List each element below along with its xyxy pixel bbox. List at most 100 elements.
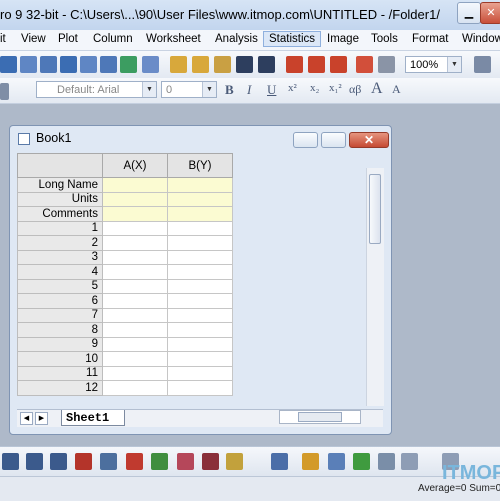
cell[interactable] [167, 249, 233, 265]
sheet-prev-icon[interactable]: ◀ [20, 412, 33, 425]
cell[interactable] [102, 235, 168, 251]
menu-column[interactable]: Column [93, 33, 133, 45]
cell[interactable] [167, 380, 233, 396]
area-plot-icon[interactable] [151, 453, 168, 470]
menu-analysis[interactable]: Analysis [215, 33, 258, 45]
increase-font-button[interactable]: A [371, 80, 383, 98]
import-ascii-icon[interactable] [286, 56, 303, 73]
menu-image[interactable]: Image [327, 33, 359, 45]
cell[interactable] [102, 380, 168, 396]
book-close-button[interactable]: ✕ [349, 132, 389, 148]
cell[interactable] [102, 351, 168, 367]
box-chart-icon[interactable] [126, 453, 143, 470]
menu-worksheet[interactable]: Worksheet [146, 33, 201, 45]
cell[interactable] [102, 307, 168, 323]
cell[interactable] [167, 336, 233, 352]
cell[interactable] [102, 264, 168, 280]
new-notes-icon[interactable] [142, 56, 159, 73]
greek-button[interactable]: αβ [349, 82, 361, 97]
book-minimize-button[interactable] [293, 132, 318, 148]
save-template-icon[interactable] [258, 56, 275, 73]
cell[interactable] [102, 336, 168, 352]
column-header-b[interactable]: B(Y) [167, 153, 233, 178]
menu-view[interactable]: View [21, 33, 46, 45]
menu-format[interactable]: Format [412, 33, 448, 45]
line-symbol-plot-icon[interactable] [50, 453, 67, 470]
cell[interactable] [167, 351, 233, 367]
import-multiple-icon[interactable] [308, 56, 325, 73]
cell[interactable] [102, 220, 168, 236]
zoom-combo[interactable]: 100% ▼ [405, 56, 462, 73]
underline-button[interactable]: U [267, 82, 276, 98]
save-icon[interactable] [236, 56, 253, 73]
3d-surface-icon[interactable] [271, 453, 288, 470]
vector-plot-icon[interactable] [401, 453, 418, 470]
3d-bar-icon[interactable] [302, 453, 319, 470]
new-window-icon[interactable] [474, 56, 491, 73]
new-graph-icon[interactable] [40, 56, 57, 73]
menu-window[interactable]: Window [462, 33, 500, 45]
menu-statistics[interactable]: Statistics [263, 31, 322, 47]
font-size-combo[interactable]: 0 ▼ [161, 81, 217, 98]
cell[interactable] [167, 206, 233, 222]
graph-template-icon[interactable] [100, 453, 117, 470]
row-header-units[interactable]: Units [17, 191, 103, 207]
refresh-icon[interactable] [356, 56, 373, 73]
menu-edit[interactable]: it [0, 33, 6, 45]
cell[interactable] [102, 206, 168, 222]
row-header-long-name[interactable]: Long Name [17, 177, 103, 193]
polar-plot-icon[interactable] [177, 453, 194, 470]
row-header[interactable]: 3 [17, 249, 103, 265]
close-button[interactable]: ✕ [480, 2, 500, 24]
row-header[interactable]: 4 [17, 264, 103, 280]
row-header[interactable]: 2 [17, 235, 103, 251]
cell[interactable] [167, 220, 233, 236]
scroll-thumb[interactable] [369, 174, 381, 244]
row-header[interactable]: 5 [17, 278, 103, 294]
row-header[interactable]: 7 [17, 307, 103, 323]
new-workbook-icon[interactable] [20, 56, 37, 73]
sheet-next-icon[interactable]: ▶ [35, 412, 48, 425]
open-excel-icon[interactable] [214, 56, 231, 73]
cell[interactable] [167, 293, 233, 309]
decrease-font-button[interactable]: A [392, 82, 401, 97]
row-header[interactable]: 12 [17, 380, 103, 396]
open-folder-icon[interactable] [170, 56, 187, 73]
scroll-thumb[interactable] [298, 412, 342, 422]
cell[interactable] [167, 278, 233, 294]
stock-plot-icon[interactable] [202, 453, 219, 470]
row-header[interactable]: 1 [17, 220, 103, 236]
font-name-combo[interactable]: Default: Arial ▼ [36, 81, 157, 98]
new-excel-icon[interactable] [120, 56, 137, 73]
new-project-icon[interactable] [0, 56, 17, 73]
cell[interactable] [167, 365, 233, 381]
cell[interactable] [102, 293, 168, 309]
cell[interactable] [102, 177, 168, 193]
new-matrix-icon[interactable] [60, 56, 77, 73]
image-plot-icon[interactable] [353, 453, 370, 470]
column-plot-icon[interactable] [75, 453, 92, 470]
cell[interactable] [167, 307, 233, 323]
cell[interactable] [167, 235, 233, 251]
cell[interactable] [102, 365, 168, 381]
menu-tools[interactable]: Tools [371, 33, 398, 45]
super-subscript-button[interactable]: x₁² [329, 82, 342, 94]
subscript-button[interactable]: x₂ [310, 82, 319, 94]
row-header[interactable]: 8 [17, 322, 103, 338]
sheet-tab[interactable]: Sheet1 [61, 410, 125, 426]
cell[interactable] [167, 191, 233, 207]
column-header-a[interactable]: A(X) [102, 153, 168, 178]
scatter-plot-icon[interactable] [26, 453, 43, 470]
row-header[interactable]: 9 [17, 336, 103, 352]
row-header[interactable]: 11 [17, 365, 103, 381]
contour-icon[interactable] [328, 453, 345, 470]
minimize-button[interactable]: ▁ [457, 2, 481, 24]
horizontal-scrollbar[interactable] [279, 410, 361, 424]
superscript-button[interactable]: x² [288, 82, 297, 94]
italic-button[interactable]: I [247, 82, 251, 98]
new-function-icon[interactable] [80, 56, 97, 73]
row-header-comments[interactable]: Comments [17, 206, 103, 222]
cell[interactable] [167, 322, 233, 338]
new-layout-icon[interactable] [100, 56, 117, 73]
row-header[interactable]: 10 [17, 351, 103, 367]
